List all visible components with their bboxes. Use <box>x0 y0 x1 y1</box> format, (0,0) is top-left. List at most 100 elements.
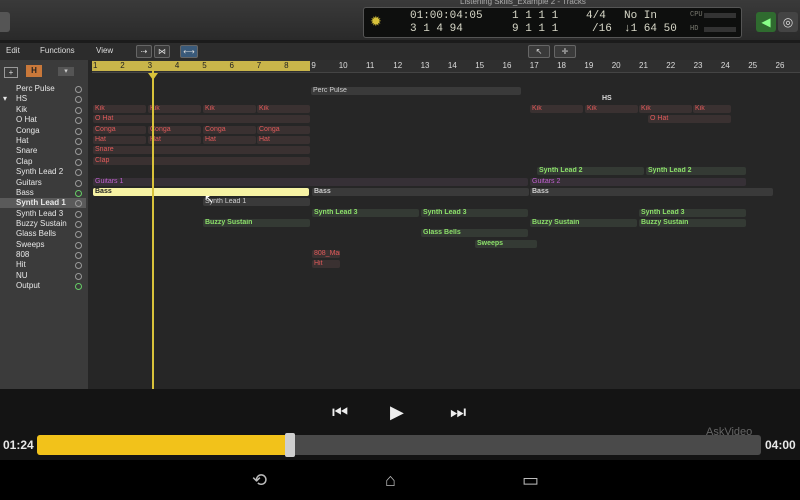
region-buzzy[interactable]: Buzzy Sustain <box>639 219 746 227</box>
track-header-row[interactable]: Perc Pulse <box>0 84 86 94</box>
region-synth2[interactable]: Synth Lead 2 <box>646 167 746 175</box>
view-menu[interactable]: View <box>96 45 113 57</box>
region-kik[interactable]: Kik <box>530 105 583 113</box>
record-enable-icon[interactable] <box>75 242 82 249</box>
region-conga[interactable]: Conga <box>148 126 201 134</box>
region-kik[interactable]: Kik <box>93 105 146 113</box>
region-snare[interactable]: Snare <box>93 146 310 154</box>
record-enable-icon[interactable] <box>75 169 82 176</box>
hide-button[interactable]: H <box>26 65 42 77</box>
track-header-row[interactable]: Conga <box>0 126 86 136</box>
speaker-icon[interactable]: ◀ <box>756 12 776 32</box>
record-enable-icon[interactable] <box>75 96 82 103</box>
track-menu-icon[interactable]: ▾ <box>58 67 74 76</box>
region-hat[interactable]: Hat <box>93 136 146 144</box>
track-header-row[interactable]: Synth Lead 2 <box>0 167 86 177</box>
region-hat[interactable]: Hat <box>203 136 256 144</box>
record-enable-icon[interactable] <box>75 211 82 218</box>
add-track-icon[interactable]: + <box>4 67 18 78</box>
hs-label[interactable]: HS <box>600 95 620 103</box>
home-icon[interactable]: ⌂ <box>385 470 396 490</box>
record-enable-icon[interactable] <box>75 231 82 238</box>
record-enable-icon[interactable] <box>75 138 82 145</box>
record-enable-icon[interactable] <box>75 200 82 207</box>
track-header-row[interactable]: Hit <box>0 260 86 270</box>
track-header-row[interactable]: Buzzy Sustain <box>0 219 86 229</box>
region-synth3[interactable]: Synth Lead 3 <box>312 209 419 217</box>
region-mai808[interactable]: 808_Mai <box>312 250 340 258</box>
edit-menu[interactable]: Edit <box>6 45 20 57</box>
region-hat[interactable]: Hat <box>148 136 201 144</box>
record-enable-icon[interactable] <box>75 221 82 228</box>
region-kik[interactable]: Kik <box>585 105 638 113</box>
record-enable-icon[interactable] <box>75 159 82 166</box>
record-enable-icon[interactable] <box>75 86 82 93</box>
track-header-row[interactable]: Sweeps <box>0 240 86 250</box>
record-enable-icon[interactable] <box>75 107 82 114</box>
region-kik[interactable]: Kik <box>639 105 692 113</box>
record-enable-icon[interactable] <box>75 252 82 259</box>
track-header-row[interactable]: Hat <box>0 136 86 146</box>
region-bass[interactable]: Bass <box>93 188 309 196</box>
region-kik[interactable]: Kik <box>693 105 731 113</box>
record-enable-icon[interactable] <box>75 283 82 290</box>
record-enable-icon[interactable] <box>75 190 82 197</box>
cut-off-button[interactable] <box>0 12 10 32</box>
playhead[interactable] <box>152 70 154 440</box>
region-kik[interactable]: Kik <box>203 105 256 113</box>
region-buzzy[interactable]: Buzzy Sustain <box>203 219 310 227</box>
recents-icon[interactable]: ▭ <box>522 470 539 490</box>
play-icon[interactable]: ▶ <box>390 400 404 424</box>
track-header-row[interactable]: Clap <box>0 157 86 167</box>
record-enable-icon[interactable] <box>75 262 82 269</box>
flex-icon[interactable]: ⟷ <box>180 45 198 58</box>
region-bass[interactable]: Bass <box>530 188 773 196</box>
marquee-tool-icon[interactable]: ✛ <box>554 45 576 58</box>
region-conga[interactable]: Conga <box>203 126 256 134</box>
region-synth3[interactable]: Synth Lead 3 <box>639 209 746 217</box>
region-buzzy[interactable]: Buzzy Sustain <box>530 219 637 227</box>
record-enable-icon[interactable] <box>75 117 82 124</box>
tuner-icon[interactable]: ◎ <box>778 12 798 32</box>
region-guitars2[interactable]: Guitars 2 <box>530 178 746 186</box>
lcd-display[interactable]: ✹ 01:00:04:05 3 1 4 94 1 1 1 1 9 1 1 1 4… <box>363 7 742 38</box>
region-hat[interactable]: Hat <box>257 136 310 144</box>
track-header-row[interactable]: Snare <box>0 146 86 156</box>
track-header-row[interactable]: Synth Lead 3 <box>0 209 86 219</box>
record-enable-icon[interactable] <box>75 273 82 280</box>
gear-icon[interactable]: ✹ <box>370 13 382 30</box>
region-synth3[interactable]: Synth Lead 3 <box>421 209 528 217</box>
track-header-row[interactable]: Bass <box>0 188 86 198</box>
region-glass[interactable]: Glass Bells <box>421 229 528 237</box>
back-icon[interactable]: ⟲ <box>252 470 267 490</box>
playhead-marker-icon[interactable] <box>148 73 158 80</box>
region-ohat[interactable]: O Hat <box>93 115 310 123</box>
region-synth1[interactable]: Synth Lead 1 <box>203 198 310 206</box>
record-enable-icon[interactable] <box>75 128 82 135</box>
record-enable-icon[interactable] <box>75 180 82 187</box>
track-header-row[interactable]: Glass Bells <box>0 229 86 239</box>
next-icon[interactable]: ⏭ <box>450 400 466 424</box>
link-icon[interactable]: ⋈ <box>154 45 170 58</box>
disclosure-icon[interactable]: ▾ <box>3 94 7 104</box>
track-header-row[interactable]: Synth Lead 1 <box>0 198 86 208</box>
region-conga[interactable]: Conga <box>257 126 310 134</box>
region-clap[interactable]: Clap <box>93 157 310 165</box>
track-header-row[interactable]: ▾ HS <box>0 94 86 104</box>
region-bass[interactable]: Bass <box>312 188 529 196</box>
region-guitars1[interactable]: Guitars 1 <box>93 178 528 186</box>
region-hit[interactable]: Hit <box>312 260 340 268</box>
record-enable-icon[interactable] <box>75 148 82 155</box>
track-header-row[interactable]: 808 <box>0 250 86 260</box>
region-perc[interactable]: Perc Pulse <box>311 87 521 95</box>
progress-knob[interactable] <box>285 433 295 457</box>
region-kik[interactable]: Kik <box>257 105 310 113</box>
region-synth2[interactable]: Synth Lead 2 <box>537 167 644 175</box>
previous-icon[interactable]: ⏮ <box>332 400 348 424</box>
functions-menu[interactable]: Functions <box>40 45 75 57</box>
region-kik[interactable]: Kik <box>148 105 201 113</box>
region-ohat[interactable]: O Hat <box>648 115 731 123</box>
region-conga[interactable]: Conga <box>93 126 146 134</box>
track-header-row[interactable]: Kik <box>0 105 86 115</box>
region-sweeps[interactable]: Sweeps <box>475 240 537 248</box>
